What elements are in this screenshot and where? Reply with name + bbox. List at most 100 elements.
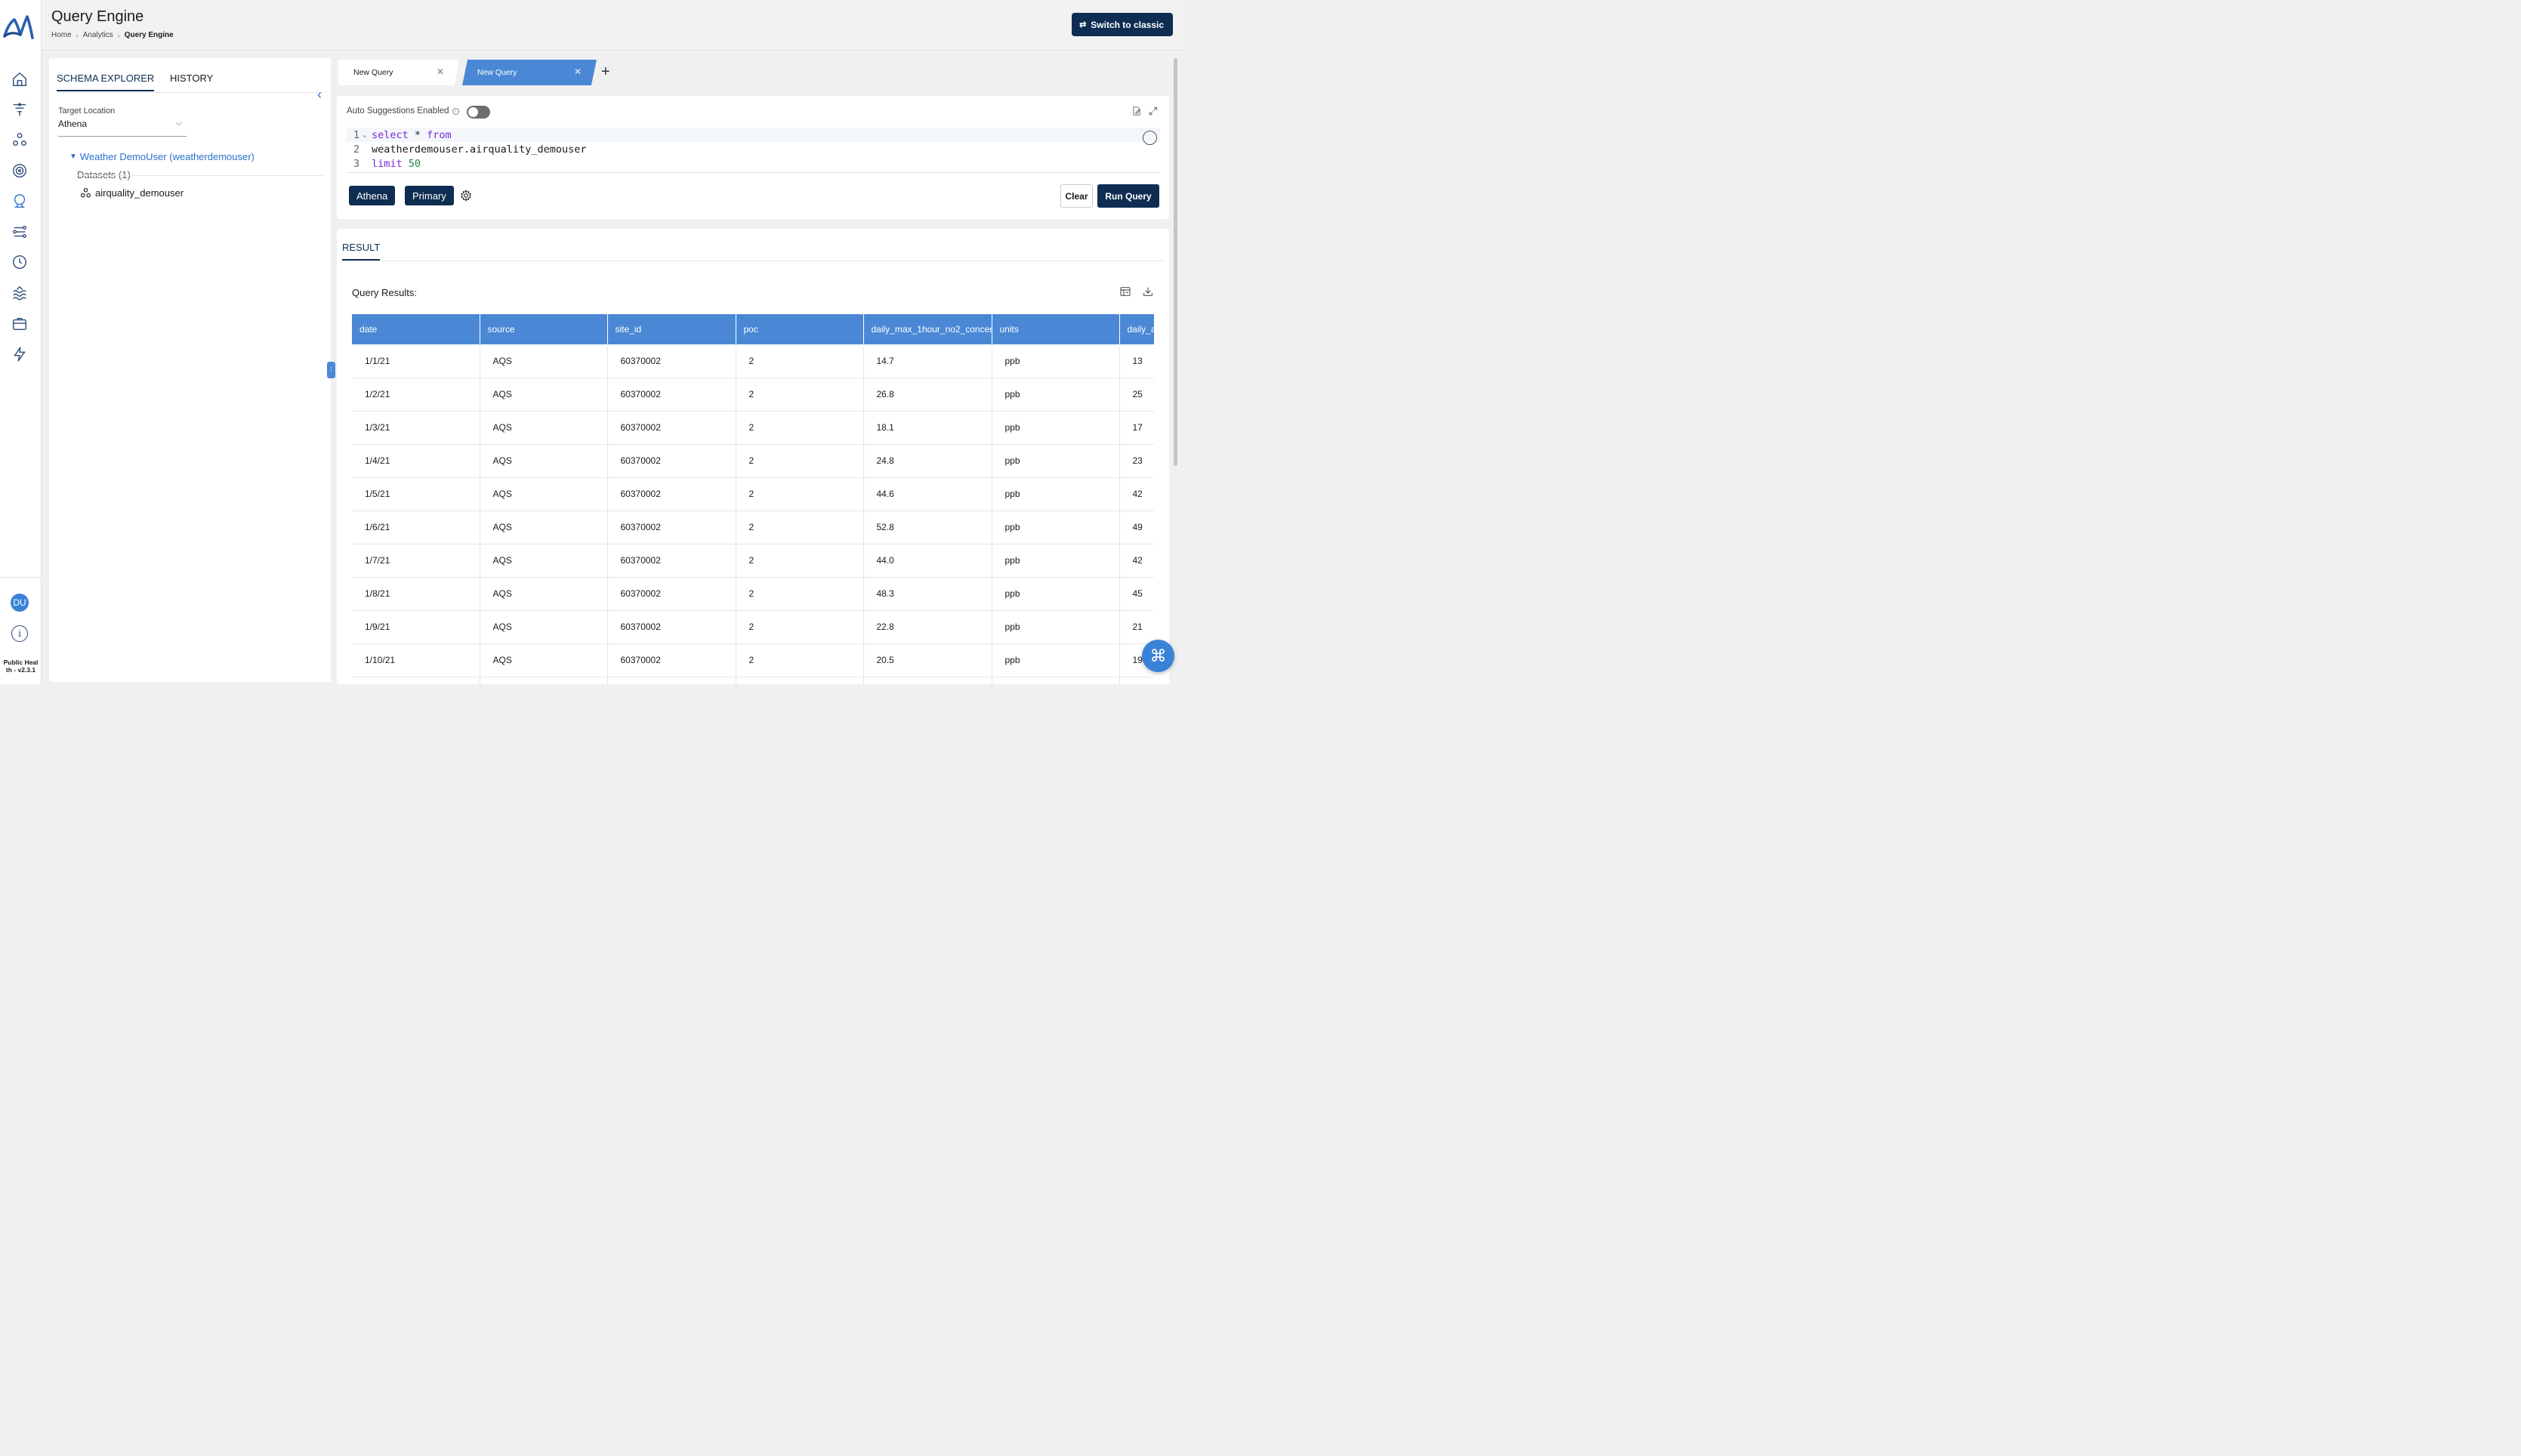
download-icon[interactable] xyxy=(1142,285,1154,298)
clock-icon[interactable] xyxy=(10,252,29,272)
target-location-select[interactable]: Athena ⌵ xyxy=(58,119,187,137)
table-cell: 60370002 xyxy=(607,610,736,644)
close-icon[interactable]: ✕ xyxy=(574,66,582,77)
tab-schema-explorer[interactable]: SCHEMA EXPLORER xyxy=(57,72,155,91)
table-cell: 25 xyxy=(1119,378,1154,412)
command-palette-button[interactable]: ⌘ xyxy=(1142,640,1174,672)
line-number: 2 xyxy=(353,143,359,156)
column-header-units[interactable]: units xyxy=(992,314,1120,344)
breadcrumb: Home › Analytics › Query Engine xyxy=(51,31,174,39)
add-tab-icon[interactable]: + xyxy=(601,63,610,81)
app-logo-icon[interactable] xyxy=(2,14,34,41)
hierarchy-icon[interactable] xyxy=(10,130,29,150)
tab-result[interactable]: RESULT xyxy=(342,242,381,261)
query-tab-1[interactable]: New Query ✕ xyxy=(338,60,459,85)
page-scrollbar[interactable] xyxy=(1174,58,1177,466)
expand-icon[interactable] xyxy=(1148,106,1159,116)
column-header-site-id[interactable]: site_id xyxy=(607,314,736,344)
save-file-icon[interactable] xyxy=(1131,106,1142,116)
tree-dataset-item[interactable]: airquality_demouser xyxy=(80,187,184,199)
code-line-3: 3 limit 50 xyxy=(346,156,1160,171)
tree-owner-label: Weather DemoUser (weatherdemouser) xyxy=(79,151,255,162)
query-tab-2[interactable]: New Query ✕ xyxy=(462,60,597,85)
auto-suggestions-toggle[interactable] xyxy=(467,106,490,119)
table-cell: 2 xyxy=(736,577,864,611)
table-cell: 2 xyxy=(736,610,864,644)
result-card: RESULT Query Results: date source site_i… xyxy=(337,229,1169,684)
table-row: 1/9/21 AQS 60370002 2 22.8 ppb 21 xyxy=(352,610,1154,644)
table-cell: AQS xyxy=(480,511,608,544)
table-row: 1/3/21 AQS 60370002 2 18.1 ppb 17 xyxy=(352,411,1154,445)
funnel-icon[interactable] xyxy=(10,100,29,119)
column-header-source[interactable]: source xyxy=(480,314,608,344)
data-lake-icon[interactable] xyxy=(10,283,29,303)
info-icon[interactable]: i xyxy=(11,625,28,642)
table-cell: AQS xyxy=(480,444,608,478)
archive-icon[interactable] xyxy=(10,314,29,334)
table-cell: 45 xyxy=(1119,577,1154,611)
ai-assist-icon[interactable] xyxy=(1143,131,1157,145)
sql-editor[interactable]: 1 ⌄ select * from 2 weatherdemouser.airq… xyxy=(346,128,1160,171)
editor-divider xyxy=(346,172,1160,173)
code-token: weatherdemouser.airquality_demouser xyxy=(372,143,587,156)
breadcrumb-home[interactable]: Home xyxy=(51,31,72,39)
app-version-line-2: th - v2.3.1 xyxy=(5,666,36,674)
table-cell: 42 xyxy=(1119,544,1154,578)
table-cell: ppb xyxy=(992,378,1120,412)
breadcrumb-analytics[interactable]: Analytics xyxy=(83,31,113,39)
table-cell: ppb xyxy=(992,544,1120,578)
tab-history[interactable]: HISTORY xyxy=(170,72,213,90)
column-header-date[interactable]: date xyxy=(352,314,480,344)
dataset-icon xyxy=(81,188,91,198)
table-row: 1/11/21AQS603700022 ppb xyxy=(352,677,1154,684)
query-engine-icon[interactable] xyxy=(10,191,29,211)
table-cell: 1/5/21 xyxy=(352,477,480,511)
line-number: 3 xyxy=(353,157,359,170)
target-icon[interactable] xyxy=(10,161,29,180)
clear-button[interactable]: Clear xyxy=(1060,184,1093,208)
table-row: 1/2/21 AQS 60370002 2 26.8 ppb 25 xyxy=(352,378,1154,412)
caret-down-icon[interactable]: ▼ xyxy=(69,153,77,161)
table-cell: 60370002 xyxy=(607,544,736,578)
results-table: date source site_id poc daily_max_1hour_… xyxy=(352,314,1154,684)
breadcrumb-current: Query Engine xyxy=(124,31,174,39)
table-cell: ppb xyxy=(992,610,1120,644)
table-view-icon[interactable] xyxy=(1119,285,1131,298)
workgroup-chip[interactable]: Primary xyxy=(405,186,454,205)
run-query-button[interactable]: Run Query xyxy=(1097,184,1159,208)
column-header-aqi[interactable]: daily_aqi_value xyxy=(1119,314,1154,344)
tree-owner-node[interactable]: ▼ Weather DemoUser (weatherdemouser) xyxy=(69,151,255,162)
collapse-panel-icon[interactable]: ‹ xyxy=(317,87,322,103)
results-toolbar xyxy=(1119,285,1154,298)
info-icon[interactable]: i xyxy=(452,107,459,115)
avatar[interactable]: DU xyxy=(11,594,29,612)
table-cell xyxy=(1119,677,1154,684)
table-cell: ppb xyxy=(992,677,1120,684)
table-cell: 2 xyxy=(736,677,864,684)
table-cell: 24.8 xyxy=(863,444,992,478)
close-icon[interactable]: ✕ xyxy=(437,66,444,77)
column-header-poc[interactable]: poc xyxy=(736,314,864,344)
table-row: 1/8/21 AQS 60370002 2 48.3 ppb 45 xyxy=(352,577,1154,611)
lightning-icon[interactable] xyxy=(10,344,29,364)
results-table-wrapper[interactable]: date source site_id poc daily_max_1hour_… xyxy=(352,314,1154,684)
table-cell: 2 xyxy=(736,643,864,677)
link-icon: ⇄ xyxy=(1079,20,1087,29)
gear-icon[interactable] xyxy=(460,190,472,202)
home-icon[interactable] xyxy=(10,69,29,89)
panel-resize-handle[interactable]: ⋮ xyxy=(327,362,335,378)
code-token: * xyxy=(408,128,427,141)
column-header-no2[interactable]: daily_max_1hour_no2_concentration xyxy=(863,314,992,344)
code-token: from xyxy=(427,128,452,141)
code-line-2: 2 weatherdemouser.airquality_demouser xyxy=(346,142,1160,156)
table-cell xyxy=(863,677,992,684)
line-number: 1 xyxy=(353,128,359,141)
fold-chevron-icon[interactable]: ⌄ xyxy=(363,131,372,139)
engine-chip[interactable]: Athena xyxy=(349,186,396,205)
switch-to-classic-label: Switch to classic xyxy=(1091,19,1164,30)
table-cell: ppb xyxy=(992,444,1120,478)
table-cell: 20.5 xyxy=(863,643,992,677)
pipeline-icon[interactable] xyxy=(10,222,29,242)
switch-to-classic-button[interactable]: ⇄ Switch to classic xyxy=(1072,13,1173,36)
